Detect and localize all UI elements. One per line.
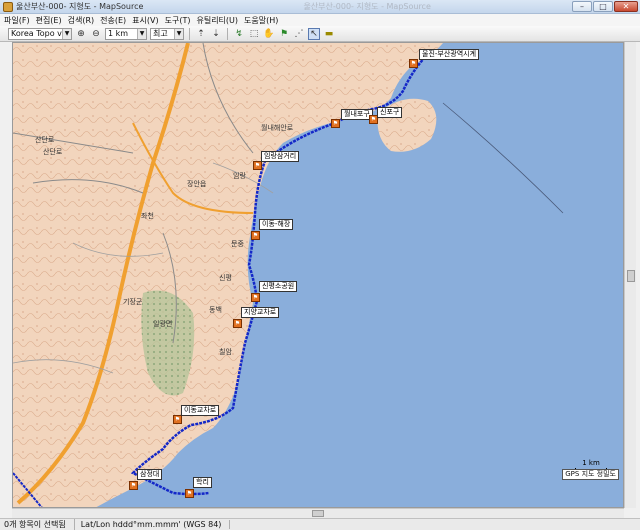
zoom-out-icon[interactable]: ⊖ [90, 28, 102, 40]
menu-transfer[interactable]: 전송(E) [100, 15, 126, 26]
maximize-button[interactable]: □ [593, 1, 613, 12]
menu-edit[interactable]: 편집(E) [36, 15, 62, 26]
place-label: 산단로 [35, 136, 55, 144]
vertical-scroll-thumb[interactable] [627, 270, 635, 282]
selection-status: 0개 항목이 선택됨 [4, 519, 75, 530]
place-label: 문중 [231, 240, 244, 248]
menu-help[interactable]: 도움말(H) [244, 15, 278, 26]
hand-tool-icon[interactable]: ✋ [263, 28, 275, 40]
waypoint-flag-icon[interactable]: ⚑ [331, 119, 340, 128]
waypoint-label[interactable]: 삼정대 [137, 469, 163, 480]
place-label: 일광면 [153, 320, 173, 328]
select-tool-icon[interactable]: ⬚ [248, 28, 260, 40]
place-label: 좌천 [141, 212, 154, 220]
waypoint-label[interactable]: 신평소공원 [259, 281, 298, 292]
place-label: 칠암 [219, 348, 232, 356]
chevron-down-icon: ▼ [137, 28, 146, 39]
scale-label: 1 km [582, 459, 600, 467]
zoom-tool-icon[interactable]: ↯ [233, 28, 245, 40]
waypoint-label[interactable]: 학리 [193, 477, 212, 488]
waypoint-flag-icon[interactable]: ⚑ [233, 319, 242, 328]
waypoint-tool-icon[interactable]: ⚑ [278, 28, 290, 40]
pointer-tool-icon[interactable]: ↖ [308, 27, 320, 40]
menu-view[interactable]: 표시(V) [132, 15, 158, 26]
waypoint-label[interactable]: 임랑삼거리 [261, 151, 300, 162]
window-controls: – □ ✕ [572, 1, 638, 12]
coordinate-format: Lat/Lon hddd°mm.mmm' (WGS 84) [81, 520, 231, 529]
waypoint-flag-icon[interactable]: ⚑ [129, 481, 138, 490]
waypoint-flag-icon[interactable]: ⚑ [253, 161, 262, 170]
chevron-down-icon: ▼ [174, 28, 183, 39]
map-view[interactable]: 산단로 산단로 장안읍 임랑 문중 월내해안로 일광면 기장군 좌천 신평 동백… [12, 42, 624, 508]
gps-send-icon[interactable]: ⇡ [195, 28, 207, 40]
waypoint-flag-icon[interactable]: ⚑ [173, 415, 182, 424]
map-canvas [13, 43, 623, 507]
menu-file[interactable]: 파일(F) [4, 15, 30, 26]
map-product-value: Korea Topo v1 [11, 29, 67, 38]
place-label: 장안읍 [187, 180, 207, 188]
zoom-in-icon[interactable]: ⊕ [75, 28, 87, 40]
place-label: 신평 [219, 274, 232, 282]
menu-bar: 파일(F) 편집(E) 검색(R) 전송(E) 표시(V) 도구(T) 유틸리티… [0, 14, 640, 26]
waypoint-label[interactable]: 신포구 [377, 107, 403, 118]
menu-tools[interactable]: 도구(T) [165, 15, 191, 26]
window-title-ghost: 울산부산-000- 지형도 - MapSource [303, 2, 431, 11]
place-label: 임랑 [233, 172, 246, 180]
detail-level-value: 최고 [153, 29, 168, 38]
left-gutter [0, 42, 12, 518]
waypoint-flag-icon[interactable]: ⚑ [409, 59, 418, 68]
waypoint-label[interactable]: 지양교차로 [241, 307, 280, 318]
place-label: 산단로 [43, 148, 63, 156]
horizontal-scroll-thumb[interactable] [312, 510, 324, 517]
menu-search[interactable]: 검색(R) [68, 15, 95, 26]
zoom-scale-value: 1 km [108, 29, 129, 38]
waypoint-label[interactable]: 월내포구 [341, 109, 373, 120]
title-bar: 울산부산-000- 지형도 - MapSource 울산부산-000- 지형도 … [0, 0, 640, 14]
waypoint-flag-icon[interactable]: ⚑ [251, 231, 260, 240]
route-tool-icon[interactable]: ⋰ [293, 28, 305, 40]
gps-accuracy-badge: GPS 지도 정밀도 [562, 469, 619, 480]
gps-receive-icon[interactable]: ⇣ [210, 28, 222, 40]
waypoint-flag-icon[interactable]: ⚑ [251, 293, 260, 302]
status-bar: 0개 항목이 선택됨 Lat/Lon hddd°mm.mmm' (WGS 84) [0, 518, 640, 530]
toolbar-separator [227, 27, 228, 40]
detail-level-select[interactable]: 최고 ▼ [150, 27, 184, 40]
place-label: 월내해안로 [261, 124, 294, 132]
minimize-button[interactable]: – [572, 1, 592, 12]
map-product-select[interactable]: Korea Topo v1 ▼ [8, 27, 72, 40]
mapsource-app-icon [3, 1, 13, 12]
close-button[interactable]: ✕ [614, 1, 638, 12]
waypoint-flag-icon[interactable]: ⚑ [185, 489, 194, 498]
waypoint-label[interactable]: 이동교차로 [181, 405, 220, 416]
waypoint-label[interactable]: 이동-해장 [259, 219, 294, 230]
vertical-scrollbar[interactable] [624, 42, 636, 508]
window-title: 울산부산-000- 지형도 - MapSource [16, 2, 144, 11]
toolbar: Korea Topo v1 ▼ ⊕ ⊖ 1 km ▼ 최고 ▼ ⇡ ⇣ ↯ ⬚ … [0, 26, 640, 42]
place-label: 동백 [209, 306, 222, 314]
measure-tool-icon[interactable]: ▬ [323, 28, 335, 40]
toolbar-separator [189, 27, 190, 40]
waypoint-label[interactable]: 울진-부산광역시계 [419, 49, 480, 60]
zoom-scale-select[interactable]: 1 km ▼ [105, 27, 147, 40]
chevron-down-icon: ▼ [62, 28, 71, 39]
horizontal-scrollbar[interactable] [12, 508, 624, 518]
place-label: 기장군 [123, 298, 143, 306]
menu-utilities[interactable]: 유틸리티(U) [196, 15, 238, 26]
